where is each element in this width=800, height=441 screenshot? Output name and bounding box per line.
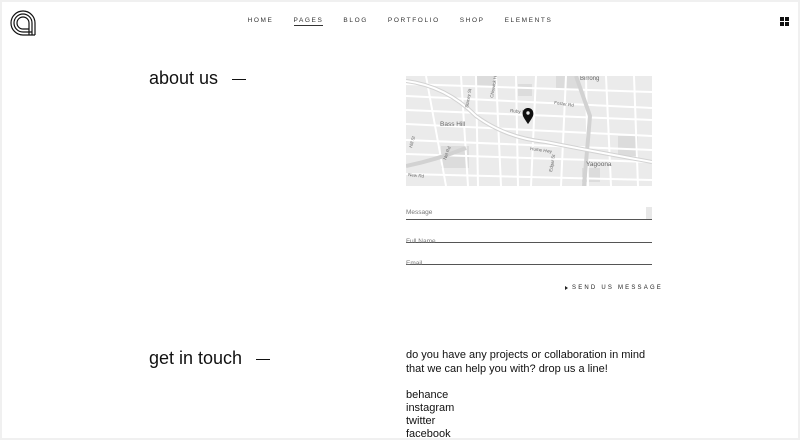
social-links: behance instagram twitter facebook (406, 389, 454, 441)
play-arrow-icon (565, 286, 568, 290)
nav-blog[interactable]: BLOG (343, 17, 367, 26)
about-title: about us (149, 68, 247, 89)
nav-home[interactable]: HOME (248, 17, 274, 26)
map-label-yagoona: Yagoona (586, 161, 612, 168)
email-input[interactable] (406, 258, 642, 269)
message-input[interactable] (406, 209, 642, 220)
social-link-twitter[interactable]: twitter (406, 415, 454, 428)
send-message-label: SEND US MESSAGE (572, 285, 664, 291)
contact-description: do you have any projects or collaboratio… (406, 349, 666, 376)
contact-line-2: that we can help you with? drop us a lin… (406, 362, 608, 375)
textarea-scrollbar[interactable] (646, 207, 652, 219)
contact-title-text: get in touch (149, 348, 243, 368)
fullname-field (406, 230, 652, 247)
nav-portfolio[interactable]: PORTFOLIO (388, 17, 440, 26)
grid-icon[interactable] (780, 17, 789, 26)
send-message-button[interactable]: SEND US MESSAGE (565, 285, 663, 291)
social-link-behance[interactable]: behance (406, 389, 454, 402)
title-dash (256, 358, 271, 360)
title-dash (232, 78, 247, 80)
nav-elements[interactable]: ELEMENTS (505, 17, 553, 26)
message-field (406, 207, 652, 220)
main-nav: HOME PAGES BLOG PORTFOLIO SHOP ELEMENTS (0, 17, 800, 26)
map-label-birrong: Birrong (580, 76, 599, 82)
nav-pages[interactable]: PAGES (293, 17, 324, 26)
contact-title: get in touch (149, 348, 271, 369)
email-field (406, 252, 652, 269)
fullname-input[interactable] (406, 236, 642, 247)
map-label-bass-hill: Bass Hill (440, 121, 466, 128)
about-title-text: about us (149, 68, 219, 88)
social-link-instagram[interactable]: instagram (406, 402, 454, 415)
page-frame (0, 0, 800, 440)
map[interactable]: Bass Hill Yagoona Birrong Hume Hwy Edgar… (406, 76, 652, 186)
map-graphic: Bass Hill Yagoona Birrong Hume Hwy Edgar… (406, 76, 652, 186)
contact-line-1: do you have any projects or collaboratio… (406, 349, 646, 361)
social-link-facebook[interactable]: facebook (406, 428, 454, 441)
nav-shop[interactable]: SHOP (460, 17, 485, 26)
